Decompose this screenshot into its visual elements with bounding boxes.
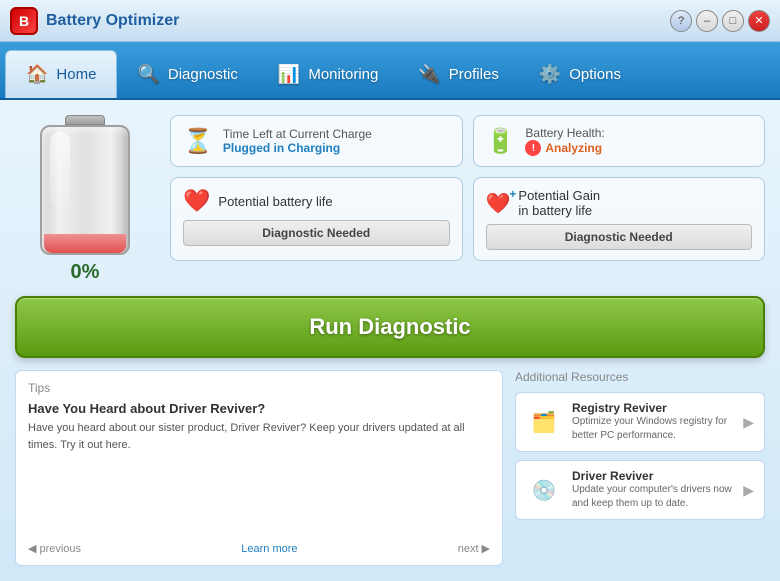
chevron-left-icon: ◀ (28, 542, 36, 555)
title-bar: B Battery Optimizer ? – □ ✕ (0, 0, 780, 42)
top-section: 0% ⏳ Time Left at Current Charge Plugged… (15, 115, 765, 284)
resource-driver-reviver[interactable]: 💿 Driver Reviver Update your computer's … (515, 460, 765, 520)
run-diagnostic-button[interactable]: Run Diagnostic (15, 296, 765, 358)
battery-shine (50, 132, 70, 208)
battery-cap (65, 115, 105, 125)
potential-life-header: ❤️ Potential battery life (183, 188, 450, 214)
driver-reviver-desc: Update your computer's drivers now and k… (572, 483, 733, 511)
tab-profiles-label: Profiles (449, 66, 499, 83)
tips-panel: Tips Have You Heard about Driver Reviver… (15, 370, 503, 566)
registry-reviver-arrow-icon: ▶ (743, 414, 754, 431)
tab-diagnostic[interactable]: 🔍 Diagnostic (117, 50, 257, 98)
tips-title: Tips (28, 381, 490, 395)
maximize-button[interactable]: □ (722, 10, 744, 32)
info-panels: ⏳ Time Left at Current Charge Plugged in… (170, 115, 765, 284)
time-text: Time Left at Current Charge Plugged in C… (223, 127, 372, 155)
tab-monitoring-label: Monitoring (308, 66, 378, 83)
battery-body (40, 125, 130, 255)
window-controls: ? – □ ✕ (670, 10, 770, 32)
monitoring-icon: 📊 (278, 64, 300, 85)
tips-headline: Have You Heard about Driver Reviver? (28, 401, 490, 416)
chevron-right-icon: ▶ (482, 542, 490, 555)
tips-next-button[interactable]: next ▶ (458, 542, 490, 555)
time-left-card: ⏳ Time Left at Current Charge Plugged in… (170, 115, 463, 167)
home-icon: 🏠 (26, 64, 48, 85)
close-button[interactable]: ✕ (748, 10, 770, 32)
health-label: Battery Health: (525, 126, 604, 140)
tips-learn-more-link[interactable]: Learn more (81, 543, 458, 555)
diagnostic-icon: 🔍 (137, 64, 159, 85)
time-label: Time Left at Current Charge (223, 127, 372, 141)
resource-registry-reviver[interactable]: 🗂️ Registry Reviver Optimize your Window… (515, 392, 765, 452)
health-text: Battery Health: ! Analyzing (525, 126, 604, 156)
tips-body: Have you heard about our sister product,… (28, 420, 490, 534)
resources-title: Additional Resources (515, 370, 765, 384)
battery-health-card: 🔋 Battery Health: ! Analyzing (473, 115, 766, 167)
driver-reviver-text: Driver Reviver Update your computer's dr… (572, 469, 733, 511)
heart-plus-icon: ❤️ + (486, 191, 511, 216)
registry-reviver-name: Registry Reviver (572, 401, 733, 415)
minimize-button[interactable]: – (696, 10, 718, 32)
app-title: Battery Optimizer (46, 12, 670, 30)
health-value: ! Analyzing (525, 140, 604, 156)
tab-options[interactable]: ⚙️ Options (519, 50, 641, 98)
battery-fill (44, 234, 126, 253)
warning-icon: ! (525, 140, 541, 156)
potential-life-card: ❤️ Potential battery life Diagnostic Nee… (170, 177, 463, 261)
potential-life-title: Potential battery life (218, 194, 332, 209)
help-button[interactable]: ? (670, 10, 692, 32)
battery-visual (40, 115, 130, 255)
potential-gain-title: Potential Gainin battery life (518, 188, 600, 218)
heart-icon: ❤️ (183, 188, 210, 214)
tab-diagnostic-label: Diagnostic (168, 66, 238, 83)
registry-reviver-icon: 🗂️ (526, 404, 562, 440)
potential-gain-header: ❤️ + Potential Gainin battery life (486, 188, 753, 218)
bottom-section: Tips Have You Heard about Driver Reviver… (15, 370, 765, 566)
profiles-icon: 🔌 (418, 64, 440, 85)
battery-section: 0% (15, 115, 155, 284)
battery-health-icon: 🔋 (486, 127, 516, 156)
app-logo: B (10, 7, 38, 35)
tab-home-label: Home (56, 66, 96, 83)
main-content: 0% ⏳ Time Left at Current Charge Plugged… (0, 100, 780, 581)
info-row-2: ❤️ Potential battery life Diagnostic Nee… (170, 177, 765, 261)
battery-percent: 0% (71, 261, 100, 284)
registry-reviver-text: Registry Reviver Optimize your Windows r… (572, 401, 733, 443)
info-row-1: ⏳ Time Left at Current Charge Plugged in… (170, 115, 765, 167)
tab-home[interactable]: 🏠 Home (5, 50, 117, 98)
resources-panel: Additional Resources 🗂️ Registry Reviver… (515, 370, 765, 566)
diagnostic-needed-left-button[interactable]: Diagnostic Needed (183, 220, 450, 246)
driver-reviver-arrow-icon: ▶ (743, 482, 754, 499)
options-icon: ⚙️ (539, 64, 561, 85)
driver-reviver-icon: 💿 (526, 472, 562, 508)
nav-bar: 🏠 Home 🔍 Diagnostic 📊 Monitoring 🔌 Profi… (0, 42, 780, 100)
registry-reviver-desc: Optimize your Windows registry for bette… (572, 415, 733, 443)
tab-monitoring[interactable]: 📊 Monitoring (258, 50, 398, 98)
driver-reviver-name: Driver Reviver (572, 469, 733, 483)
potential-gain-card: ❤️ + Potential Gainin battery life Diagn… (473, 177, 766, 261)
tips-previous-button[interactable]: ◀ previous (28, 542, 81, 555)
time-icon: ⏳ (183, 127, 213, 156)
tips-nav: ◀ previous Learn more next ▶ (28, 542, 490, 555)
time-value: Plugged in Charging (223, 141, 372, 155)
diagnostic-needed-right-button[interactable]: Diagnostic Needed (486, 224, 753, 250)
tab-profiles[interactable]: 🔌 Profiles (398, 50, 518, 98)
tab-options-label: Options (569, 66, 621, 83)
